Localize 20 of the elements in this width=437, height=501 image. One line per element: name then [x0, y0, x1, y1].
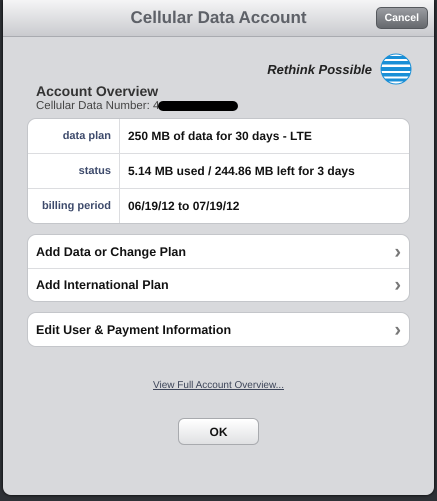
menu-row[interactable]: Edit User & Payment Information ›	[28, 313, 409, 346]
overview-link[interactable]: View Full Account Overview...	[27, 375, 410, 393]
brand-tagline: Rethink Possible	[267, 62, 372, 76]
window-title: Cellular Data Account	[130, 8, 307, 28]
detail-value: 5.14 MB used / 244.86 MB left for 3 days	[127, 164, 355, 178]
chevron-icon: ›	[394, 275, 401, 295]
chevron-icon: ›	[394, 242, 401, 262]
globe-logo-icon	[380, 53, 412, 85]
ok-button[interactable]: OK	[178, 418, 259, 445]
data-number-label: Cellular Data Number: 4	[36, 100, 160, 112]
detail-label: status	[28, 154, 120, 188]
detail-label: data plan	[28, 119, 120, 153]
detail-value: 250 MB of data for 30 days - LTE	[127, 129, 312, 143]
menu-row[interactable]: Add International Plan ›	[28, 268, 409, 301]
cancel-button[interactable]: Cancel	[376, 7, 428, 29]
menu-row[interactable]: Add Data or Change Plan ›	[28, 235, 409, 268]
section-heading: Account Overview	[36, 83, 160, 99]
detail-label: billing period	[28, 189, 120, 223]
detail-value: 06/19/12 to 07/19/12	[127, 199, 240, 213]
chevron-icon: ›	[394, 320, 401, 340]
